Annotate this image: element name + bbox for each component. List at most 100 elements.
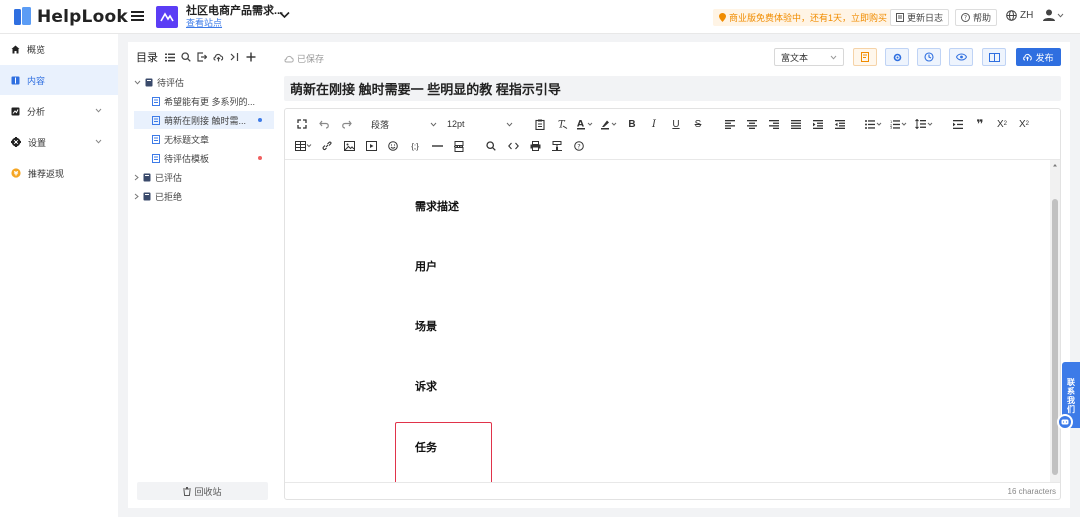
tree-doc-item[interactable]: 希望能有更 多系列的...	[134, 92, 274, 110]
outdent-icon[interactable]	[833, 116, 847, 132]
editor-scrollbar[interactable]	[1050, 160, 1060, 482]
subscript-icon[interactable]: X2	[995, 116, 1009, 132]
highlight-color-icon[interactable]	[601, 116, 617, 132]
emoji-icon[interactable]	[386, 138, 400, 154]
code-inline-icon[interactable]: {;}	[408, 138, 422, 154]
tree-folder-pending[interactable]: 待评估	[134, 73, 274, 91]
source-code-icon[interactable]	[506, 138, 520, 154]
layout-button[interactable]	[982, 48, 1006, 66]
tree-doc-item-selected[interactable]: 萌新在刚接 触时需...	[134, 111, 274, 129]
numbered-list-icon[interactable]: 123	[890, 116, 907, 132]
promo-banner[interactable]: 商业版免费体验中，还有1天，立即购买	[713, 9, 894, 26]
recycle-bin-button[interactable]: 回收站	[137, 482, 268, 500]
changelog-button[interactable]: 更新日志	[890, 9, 950, 26]
align-right-icon[interactable]	[767, 116, 781, 132]
editor-toolbar-row-1: 段落 12pt T A B I U S 123 ❞ X 2 X 2	[295, 114, 1039, 134]
tree-doc-item[interactable]: 无标题文章	[134, 130, 274, 148]
nav-item-overview[interactable]: 概览	[0, 34, 118, 64]
format-painter-icon[interactable]	[550, 138, 564, 154]
blockquote-icon[interactable]: ❞	[973, 116, 987, 132]
bullet-list-icon[interactable]	[865, 116, 882, 132]
chart-icon	[11, 107, 20, 115]
align-justify-icon[interactable]	[789, 116, 803, 132]
redo-icon[interactable]	[339, 116, 353, 132]
preview-button[interactable]	[949, 48, 973, 66]
strikethrough-icon[interactable]: S	[691, 116, 705, 132]
search-icon[interactable]	[484, 138, 498, 154]
save-status: 已保存	[284, 52, 324, 65]
language-label: ZH	[1020, 10, 1034, 21]
history-button[interactable]	[917, 48, 941, 66]
user-menu[interactable]	[1043, 9, 1064, 21]
line-height-icon[interactable]	[915, 116, 933, 132]
align-left-icon[interactable]	[723, 116, 737, 132]
chat-bubble-icon[interactable]	[1057, 414, 1073, 430]
italic-icon[interactable]: I	[647, 116, 661, 132]
fullscreen-icon[interactable]	[295, 116, 309, 132]
tree-folder-rejected[interactable]: 已拒绝	[134, 187, 274, 205]
help-circle-icon[interactable]: ?	[572, 138, 586, 154]
scrollbar-thumb[interactable]	[1052, 199, 1058, 475]
font-size-select[interactable]: 12pt	[447, 116, 513, 132]
paste-icon[interactable]	[533, 116, 547, 132]
space-logo-icon[interactable]	[156, 6, 178, 28]
page-break-icon[interactable]	[452, 138, 466, 154]
svg-text:?: ?	[577, 142, 580, 150]
clear-format-icon[interactable]: T	[555, 116, 569, 132]
user-avatar-icon	[1043, 9, 1055, 21]
image-icon[interactable]	[342, 138, 356, 154]
editor-mode-value: 富文本	[781, 52, 809, 63]
content-heading[interactable]: 场景	[415, 318, 437, 334]
video-icon[interactable]	[364, 138, 378, 154]
nav-item-referral[interactable]: ¥ 推荐返现	[0, 158, 118, 188]
menu-toggle-icon[interactable]	[131, 10, 144, 22]
link-icon[interactable]	[320, 138, 334, 154]
search-icon[interactable]	[181, 52, 191, 62]
add-icon[interactable]	[246, 52, 256, 62]
editor-panel: 已保存 富文本 发布 萌新在刚接 触时需要一 些明显的教 程指示引导 段落 12…	[276, 42, 1070, 508]
nav-item-content[interactable]: 内容	[0, 65, 118, 95]
export-icon[interactable]	[197, 52, 207, 62]
superscript-icon[interactable]: X2	[1017, 116, 1031, 132]
chevron-down-icon[interactable]	[279, 11, 290, 19]
horizontal-rule-icon[interactable]	[430, 138, 444, 154]
content-heading[interactable]: 诉求	[415, 378, 437, 394]
publish-button[interactable]: 发布	[1016, 48, 1061, 66]
eye-icon	[955, 53, 967, 61]
align-center-icon[interactable]	[745, 116, 759, 132]
content-heading[interactable]: 用户	[415, 258, 437, 274]
helplook-logo-icon	[14, 7, 31, 25]
space-name[interactable]: 社区电商产品需求...	[186, 5, 283, 17]
help-circle-icon: ?	[961, 13, 970, 22]
paragraph-style-select[interactable]: 段落	[371, 116, 437, 132]
list-icon[interactable]	[165, 53, 175, 62]
help-button[interactable]: ? 帮助	[955, 9, 998, 26]
publish-label: 发布	[1035, 52, 1054, 63]
template-button[interactable]	[853, 48, 877, 66]
font-color-icon[interactable]: A	[577, 116, 593, 132]
tree-doc-item[interactable]: 待评估模板	[134, 149, 274, 167]
text-direction-icon[interactable]	[951, 116, 965, 132]
upload-cloud-icon[interactable]	[213, 52, 224, 62]
underline-icon[interactable]: U	[669, 116, 683, 132]
nav-item-analytics[interactable]: 分析	[0, 96, 118, 126]
print-icon[interactable]	[528, 138, 542, 154]
app-logo[interactable]: HelpLook	[14, 7, 128, 27]
nav-item-settings[interactable]: 设置	[0, 127, 118, 157]
editor-mode-select[interactable]: 富文本	[774, 48, 844, 66]
undo-icon[interactable]	[317, 116, 331, 132]
language-switcher[interactable]: ZH	[1006, 10, 1033, 21]
settings-button[interactable]	[885, 48, 909, 66]
view-site-link[interactable]: 查看站点	[186, 17, 283, 29]
content-heading[interactable]: 需求描述	[415, 198, 459, 214]
editor-content-area[interactable]: 需求描述 用户 场景 诉求 任务	[285, 160, 1050, 482]
table-icon[interactable]	[295, 138, 312, 154]
indent-icon[interactable]	[811, 116, 825, 132]
bold-icon[interactable]: B	[625, 116, 639, 132]
status-dot	[258, 156, 262, 160]
document-icon	[152, 115, 160, 125]
document-title-input[interactable]: 萌新在刚接 触时需要一 些明显的教 程指示引导	[284, 76, 1061, 101]
collapse-icon[interactable]	[230, 52, 240, 62]
folder-book-icon	[145, 78, 153, 86]
tree-folder-evaluated[interactable]: 已评估	[134, 168, 274, 186]
